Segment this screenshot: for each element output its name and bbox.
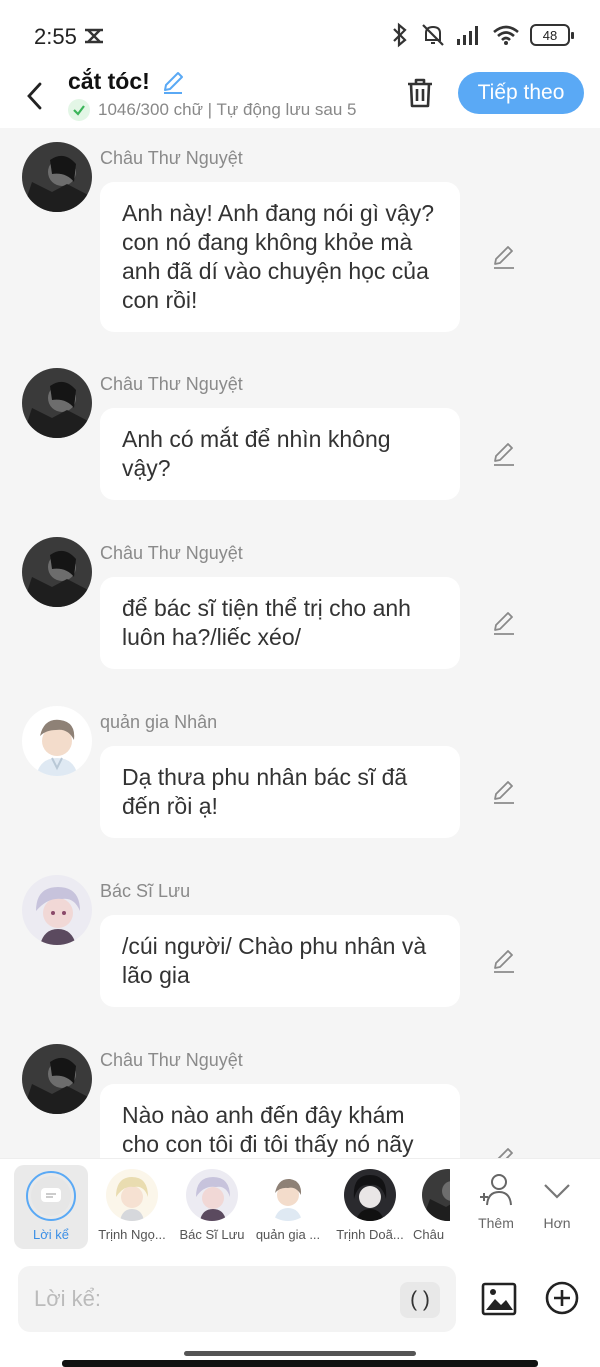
bluetooth-icon <box>393 22 407 48</box>
status-time: 2:55 <box>34 24 77 49</box>
dialogue-list[interactable]: Châu Thư Nguyệt Anh này! Anh đang nói gì… <box>0 128 600 1158</box>
avatar[interactable] <box>22 875 92 945</box>
character-label: Châu <box>413 1227 445 1242</box>
sender-name: Châu Thư Nguyệt <box>100 374 243 394</box>
character-label: Trịnh Doã... <box>336 1227 404 1242</box>
character-trinh-ngoc[interactable]: Trịnh Ngọ... <box>92 1165 172 1249</box>
muted-bell-icon <box>422 24 444 46</box>
sender-name: Châu Thư Nguyệt <box>100 148 243 168</box>
message-bubble[interactable]: /cúi người/ Chào phu nhân và lão gia <box>100 915 460 1007</box>
more-label: Hơn <box>543 1215 571 1231</box>
avatar <box>344 1169 396 1221</box>
character-narration[interactable]: Lời kể <box>14 1165 88 1249</box>
chevron-left-icon <box>27 82 42 110</box>
character-bac-si-luu[interactable]: Bác Sĩ Lưu <box>172 1165 252 1249</box>
edit-message-icon[interactable] <box>490 440 518 468</box>
add-label: Thêm <box>478 1215 514 1231</box>
avatar <box>186 1169 238 1221</box>
character-label: quản gia ... <box>255 1227 321 1242</box>
avatar[interactable] <box>22 1044 92 1114</box>
avatar[interactable] <box>22 537 92 607</box>
plus-circle-icon[interactable] <box>544 1280 580 1316</box>
character-trinh-doan[interactable]: Trịnh Doã... <box>330 1165 410 1249</box>
status-icons: 48 <box>390 20 574 50</box>
app-notification-icon <box>85 28 103 44</box>
back-button[interactable] <box>20 76 50 116</box>
battery-indicator: 48 <box>530 24 574 46</box>
chevron-down-icon <box>544 1184 570 1199</box>
wifi-icon <box>493 25 519 45</box>
add-character-button[interactable]: Thêm <box>466 1171 526 1231</box>
avatar <box>262 1169 314 1221</box>
saved-check-icon <box>68 99 90 121</box>
avatar[interactable] <box>22 706 92 776</box>
sender-name: Châu Thư Nguyệt <box>100 543 243 563</box>
sender-name: Châu Thư Nguyệt <box>100 1050 243 1070</box>
editor-header: cắt tóc! 1046/300 chữ | Tự động lưu sau … <box>0 68 600 128</box>
character-label: Lời kể <box>33 1227 69 1242</box>
message-bubble[interactable]: Anh có mắt để nhìn không vậy? <box>100 408 460 500</box>
narration-input[interactable]: Lời kể: <box>18 1266 456 1332</box>
edit-message-icon[interactable] <box>490 243 518 271</box>
message-bubble[interactable]: Dạ thưa phu nhân bác sĩ đã đến rồi ạ! <box>100 746 460 838</box>
sender-name: Bác Sĩ Lưu <box>100 881 191 901</box>
character-quan-gia[interactable]: quản gia ... <box>248 1165 328 1249</box>
edit-title-icon[interactable] <box>160 69 186 95</box>
avatar <box>422 1169 450 1221</box>
trash-icon[interactable] <box>404 76 436 110</box>
compose-bar: Lời kể: ( ) <box>0 1256 600 1367</box>
more-button[interactable]: Hơn <box>527 1171 587 1231</box>
edit-message-icon[interactable] <box>490 1145 518 1158</box>
edit-message-icon[interactable] <box>490 609 518 637</box>
sender-name: quản gia Nhân <box>100 712 218 732</box>
image-icon[interactable] <box>480 1280 518 1318</box>
avatar[interactable] <box>22 368 92 438</box>
message-bubble[interactable]: Nào nào anh đến đây khám cho con tôi đi … <box>100 1084 460 1158</box>
narration-icon <box>26 1171 76 1221</box>
message-bubble[interactable]: Anh này! Anh đang nói gì vậy? con nó đan… <box>100 182 460 332</box>
message-bubble[interactable]: để bác sĩ tiện thể trị cho anh luôn ha?/… <box>100 577 460 669</box>
character-label: Bác Sĩ Lưu <box>179 1227 245 1242</box>
character-selector: Lời kể Trịnh Ngọ... Bác Sĩ Lưu quản gia … <box>0 1158 600 1256</box>
character-chau[interactable]: Châu <box>410 1165 450 1249</box>
battery-level: 48 <box>542 27 558 43</box>
character-label: Trịnh Ngọ... <box>98 1227 166 1242</box>
edit-message-icon[interactable] <box>490 778 518 806</box>
title-group: cắt tóc! <box>68 68 186 95</box>
avatar <box>106 1169 158 1221</box>
bottom-edge-bar <box>62 1360 538 1367</box>
word-count-text: 1046/300 chữ | Tự động lưu sau 5 <box>98 100 357 119</box>
home-gesture-bar <box>184 1351 416 1356</box>
avatar[interactable] <box>22 142 92 212</box>
signal-icon <box>457 26 478 45</box>
action-parenthesis-button[interactable]: ( ) <box>400 1282 440 1318</box>
add-person-icon <box>480 1174 512 1206</box>
next-button[interactable]: Tiếp theo <box>458 72 584 114</box>
edit-message-icon[interactable] <box>490 947 518 975</box>
status-bar: 2:55 48 <box>0 0 600 68</box>
word-count-autosave: 1046/300 chữ | Tự động lưu sau 5 <box>68 98 380 122</box>
story-title: cắt tóc! <box>68 68 150 94</box>
